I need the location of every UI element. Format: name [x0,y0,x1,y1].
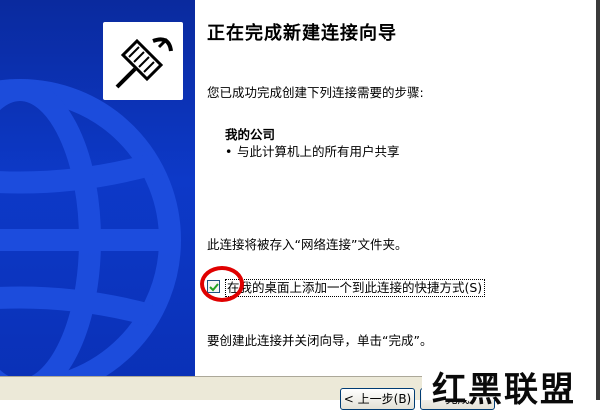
wizard-logo [103,22,183,100]
wizard-side-banner [0,0,195,400]
bullet-icon: • [225,144,233,159]
annotation-circle [200,266,244,302]
window-edge [596,0,600,400]
store-note: 此连接将被存入“网络连接”文件夹。 [207,237,408,252]
wizard-content: 正在完成新建连接向导 您已成功完成创建下列连接需要的步骤: 我的公司 • 与此计算… [195,0,600,400]
site-watermark: 红黑联盟 [432,370,576,410]
summary-item-label: 与此计算机上的所有用户共享 [237,144,400,159]
finish-instruction: 要创建此连接并关闭向导，单击“完成”。 [207,333,433,348]
intro-text: 您已成功完成创建下列连接需要的步骤: [207,85,424,100]
shortcut-checkbox-label[interactable]: 在我的桌面上添加一个到此连接的快捷方式(S) [225,279,486,297]
network-cable-icon [115,37,173,89]
back-button[interactable]: < 上一步(B) [340,388,415,410]
summary-list-item: • 与此计算机上的所有用户共享 [225,141,400,160]
globe-watermark-icon [0,79,181,400]
page-title: 正在完成新建连接向导 [207,23,397,44]
